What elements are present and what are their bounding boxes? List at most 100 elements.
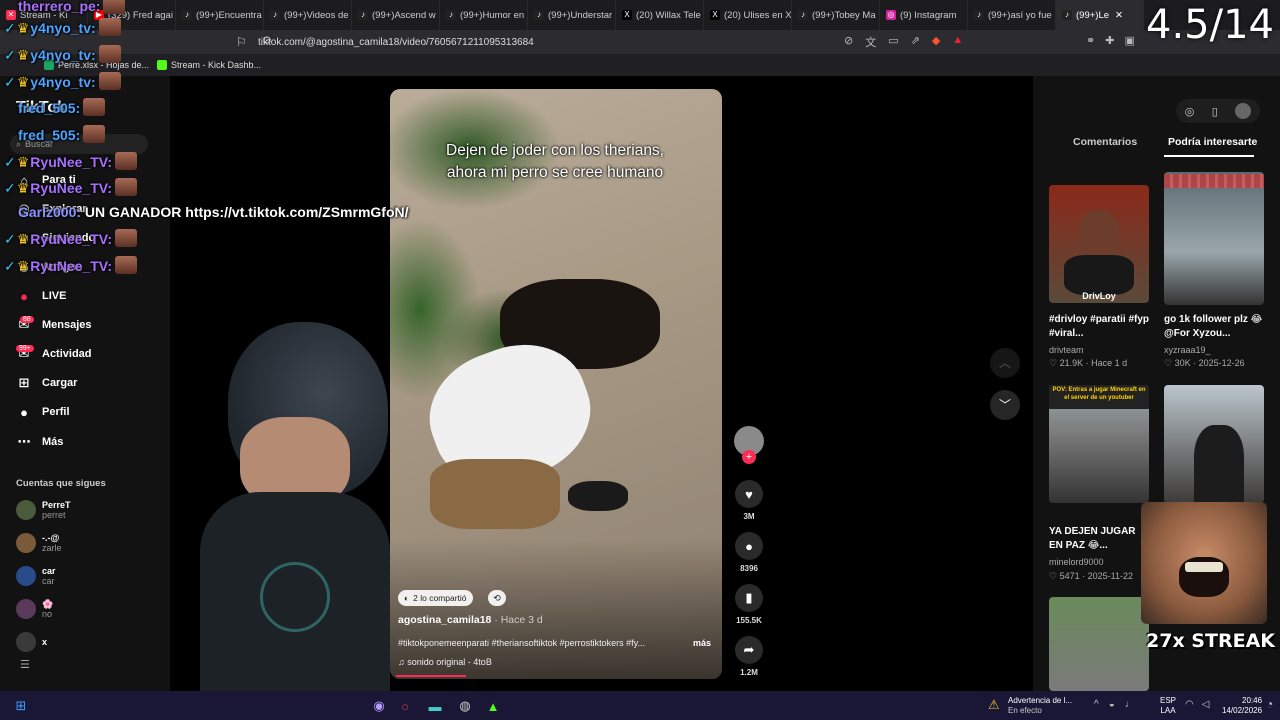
suggested-user[interactable]: minelord9000 xyxy=(1049,557,1104,567)
suggested-thumb[interactable] xyxy=(1164,172,1264,305)
activity-badge: 99+ xyxy=(16,345,34,352)
browser-tab[interactable]: X (20) Ulises en X xyxy=(704,0,792,30)
suggested-thumb[interactable] xyxy=(1164,385,1264,503)
browser-tab[interactable]: ♪ (99+)Le ✕ xyxy=(1056,0,1144,30)
volume-icon[interactable]: ◁ xyxy=(1202,699,1210,710)
following-handle: zarle xyxy=(42,543,62,553)
like-button[interactable]: ♥ 3M xyxy=(734,480,764,521)
extension-icon[interactable]: ⚭ xyxy=(1086,34,1095,50)
windows-start-icon[interactable]: ⊞ xyxy=(12,697,30,715)
terminal-icon[interactable]: ▬ xyxy=(426,697,444,715)
crown-badge-icon: ♛ xyxy=(16,154,30,170)
chat-username: fred_505: xyxy=(18,127,81,143)
notification-bell-icon[interactable]: ◔ xyxy=(1266,697,1273,711)
nav-cargar[interactable]: ⊞ Cargar xyxy=(14,373,78,393)
opera-icon[interactable]: ○ xyxy=(396,697,414,715)
close-tab-icon[interactable]: ✕ xyxy=(1115,10,1123,21)
cast-icon[interactable]: ▭ xyxy=(888,34,898,50)
suggested-thumb[interactable] xyxy=(1049,597,1149,691)
tab-favicon-icon: X xyxy=(710,10,720,20)
rewards-icon[interactable]: ▲ xyxy=(952,34,963,50)
tab-comentarios[interactable]: Comentarios xyxy=(1073,136,1137,148)
kick-app-icon[interactable]: ▲ xyxy=(484,697,502,715)
next-video-button[interactable]: ﹀ xyxy=(990,390,1020,420)
suggested-thumb[interactable]: POV: Entras a jugar Minecraft en el serv… xyxy=(1049,385,1149,503)
obs-icon[interactable]: ◍ xyxy=(456,697,474,715)
sidebar-toggle-icon[interactable]: ▣ xyxy=(1124,34,1134,50)
bookmark-kick[interactable]: Stream - Kick Dashb... xyxy=(157,60,261,70)
video-author[interactable]: agostina_camila18 · Hace 3 d xyxy=(398,614,543,626)
shared-pill[interactable]: ◐ 2 lo compartió xyxy=(398,590,473,606)
puzzle-icon[interactable]: ✚ xyxy=(1105,34,1114,50)
profile-avatar[interactable] xyxy=(1235,103,1252,119)
browser-tab[interactable]: ♪ (99+)Videos de xyxy=(264,0,352,30)
following-item[interactable]: car car xyxy=(16,566,56,586)
discord-icon[interactable]: ◉ xyxy=(370,697,388,715)
more-button[interactable]: más xyxy=(693,638,711,648)
clock[interactable]: 20:46 14/02/2026 xyxy=(1222,696,1262,716)
browser-tab[interactable]: ♪ (99+)Humor en xyxy=(440,0,528,30)
suggested-title[interactable]: #drivloy #paratii #fyp #viral... xyxy=(1049,313,1151,341)
prev-video-button[interactable]: ︿ xyxy=(990,348,1020,378)
tab-label: (99+)Humor en xyxy=(460,9,525,21)
follow-plus-icon[interactable]: + xyxy=(742,450,756,464)
bookmark-star-icon[interactable]: ⚐ xyxy=(236,35,247,49)
browser-tab[interactable]: X (20) Willax Tele xyxy=(616,0,704,30)
share-button[interactable]: ➦ 1.2M xyxy=(734,636,764,677)
following-item[interactable]: PerreT perret xyxy=(16,500,71,520)
wifi-icon[interactable]: ◠ xyxy=(1185,699,1194,710)
sneaker xyxy=(568,481,628,511)
video-sound[interactable]: ♫ sonido original - 4toB xyxy=(398,657,492,667)
chat-username: y4nyo_tv: xyxy=(30,20,96,36)
video-hashtags[interactable]: #tiktokponemeenparati #theriansoftiktok … xyxy=(398,638,678,648)
menu-icon[interactable]: ☰ xyxy=(20,658,30,671)
suggested-user[interactable]: drivteam xyxy=(1049,345,1084,355)
nav-live[interactable]: ● LIVE xyxy=(14,286,66,306)
tab-label: (20) Willax Tele xyxy=(636,9,701,21)
mute-icon[interactable]: ⊘ xyxy=(844,34,853,50)
suggested-title[interactable]: YA DEJEN JUGAR EN PAZ 😂... xyxy=(1049,525,1139,553)
chat-username: y4nyo_tv: xyxy=(30,74,96,90)
author-name[interactable]: agostina_camila18 xyxy=(398,614,491,626)
suggested-user[interactable]: xyzraaa19_ xyxy=(1164,345,1211,355)
brave-shield-icon[interactable]: ◆ xyxy=(932,34,940,50)
compass-icon[interactable]: ◎ xyxy=(1185,105,1195,118)
tab-favicon-icon: ♪ xyxy=(358,10,368,20)
tab-label: (9) Instagram xyxy=(900,9,957,21)
nav-mas[interactable]: ⋯ Más xyxy=(14,432,64,452)
chevron-up-icon[interactable]: ^ xyxy=(1094,699,1099,710)
translate-icon[interactable]: 文 xyxy=(865,34,876,50)
suggested-title[interactable]: go 1k follower plz 😂 @For Xyzou... xyxy=(1164,313,1266,341)
tab-label: (99+)así yo fue xyxy=(988,9,1052,21)
browser-tab[interactable]: ◎ (9) Instagram xyxy=(880,0,968,30)
warning-sub: En efecto xyxy=(1008,706,1042,715)
repost-icon[interactable]: ⟲ xyxy=(488,590,506,606)
tab-podria-interesarte[interactable]: Podría interesarte xyxy=(1168,136,1257,148)
video-progress[interactable] xyxy=(396,675,466,677)
device-icon[interactable]: ▯ xyxy=(1212,105,1218,118)
network-icon[interactable]: ◒ xyxy=(1109,699,1115,710)
browser-tab[interactable]: ♪ (99+)Ascend w xyxy=(352,0,440,30)
suggested-thumb[interactable]: DrivLoy xyxy=(1049,185,1149,303)
microphone-icon[interactable]: ♩ xyxy=(1125,699,1135,710)
language-indicator[interactable]: ESP LAA xyxy=(1160,696,1176,716)
chat-username: RyuNee_TV: xyxy=(30,154,112,170)
following-item[interactable]: -.-@ zarle xyxy=(16,533,62,553)
warning-notification[interactable]: Advertencia de l... En efecto xyxy=(1008,696,1072,716)
browser-tab[interactable]: ♪ (99+)Tobey Ma xyxy=(792,0,880,30)
nav-perfil[interactable]: ● Perfil xyxy=(14,402,69,422)
save-button[interactable]: ▮ 155.5K xyxy=(734,584,764,625)
browser-tab[interactable]: ♪ (99+)Understar xyxy=(528,0,616,30)
verified-badge-icon: ✓ xyxy=(4,258,16,274)
following-item[interactable]: 🌸 no xyxy=(16,599,53,619)
clock-time: 20:46 xyxy=(1242,696,1263,705)
comment-button[interactable]: ● 8396 xyxy=(734,532,764,573)
live-icon: ● xyxy=(20,288,28,304)
suggested-stats: ♡ 21.9K · Hace 1 d xyxy=(1049,358,1128,368)
share-icon[interactable]: ⇗ xyxy=(911,34,920,50)
views: 21.9K xyxy=(1059,358,1084,368)
browser-tab[interactable]: ♪ (99+)Encuentra xyxy=(176,0,264,30)
emote-icon xyxy=(115,229,137,247)
following-item[interactable]: x xyxy=(16,632,47,652)
browser-tab[interactable]: ♪ (99+)así yo fue xyxy=(968,0,1056,30)
